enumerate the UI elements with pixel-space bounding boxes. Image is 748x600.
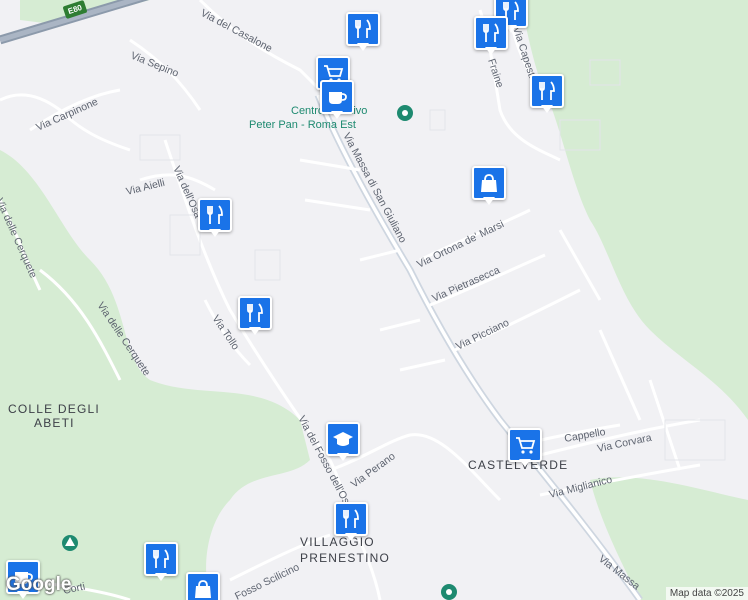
restaurant-icon (539, 81, 555, 100)
marker-shopping-bag-1[interactable] (472, 166, 506, 206)
google-logo: Google (6, 574, 72, 595)
marker-restaurant-5[interactable] (198, 198, 232, 238)
restaurant-icon (247, 303, 263, 322)
marker-shopping-bag-2[interactable] (186, 572, 220, 600)
marker-restaurant-6[interactable] (238, 296, 272, 336)
marker-restaurant-4[interactable] (530, 74, 564, 114)
marker-restaurant-8[interactable] (144, 542, 178, 582)
shopping-bag-icon (481, 174, 497, 192)
street-label-via-sepino: Via Sepino (129, 50, 181, 80)
park-tree-icon (62, 535, 78, 551)
street-label-fosso-scilicino: Fosso Scilicino (233, 561, 301, 600)
marker-shopping-cart-2[interactable] (508, 428, 542, 468)
marker-restaurant-3[interactable] (474, 16, 508, 56)
street-label-via-pietrasecca: Via Pietrasecca (430, 264, 501, 305)
marker-restaurant-1[interactable] (346, 12, 380, 52)
restaurant-icon (343, 509, 359, 528)
restaurant-icon (355, 19, 371, 38)
park-area-southeast (590, 477, 748, 600)
poi-label-peter-pan-2: Peter Pan - Roma Est (249, 119, 356, 131)
street-label-via-aielli: Via Aielli (125, 177, 166, 198)
street-label-via-picciano: Via Picciano (454, 317, 511, 353)
street-label-fraine: Fraine (485, 57, 506, 89)
shopping-bag-icon (195, 580, 211, 598)
map-base: Via del Casalone Via Sepino Via Carpinon… (0, 0, 748, 600)
street-label-via-ortona-de-marsi: Via Ortona de' Marsi (415, 218, 506, 271)
restaurant-icon (483, 23, 499, 42)
restaurant-icon (207, 205, 223, 224)
map-canvas[interactable]: Via del Casalone Via Sepino Via Carpinon… (0, 0, 748, 600)
marker-restaurant-7[interactable] (334, 502, 368, 542)
area-label-colle-degli-abeti-1: COLLE DEGLI (8, 402, 100, 416)
park-poi-icon (441, 584, 457, 600)
sports-center-icon[interactable] (397, 105, 413, 121)
marker-school-1[interactable] (326, 422, 360, 462)
street-label-via-massa-di-san-giuliano: Via Massa di San Giuliano (340, 131, 408, 245)
cafe-icon (329, 92, 347, 104)
map-attribution[interactable]: Map data ©2025 (665, 587, 748, 600)
street-label-via-del-casalone: Via del Casalone (199, 7, 275, 55)
restaurant-icon (153, 549, 169, 568)
park-area-east (520, 0, 748, 420)
marker-cafe-1[interactable] (320, 80, 354, 120)
area-label-colle-degli-abeti-2: ABETI (34, 416, 75, 430)
shopping-cart-icon (516, 437, 536, 454)
school-icon (333, 432, 353, 446)
area-label-villaggio-prenestino-2: PRENESTINO (300, 551, 390, 565)
